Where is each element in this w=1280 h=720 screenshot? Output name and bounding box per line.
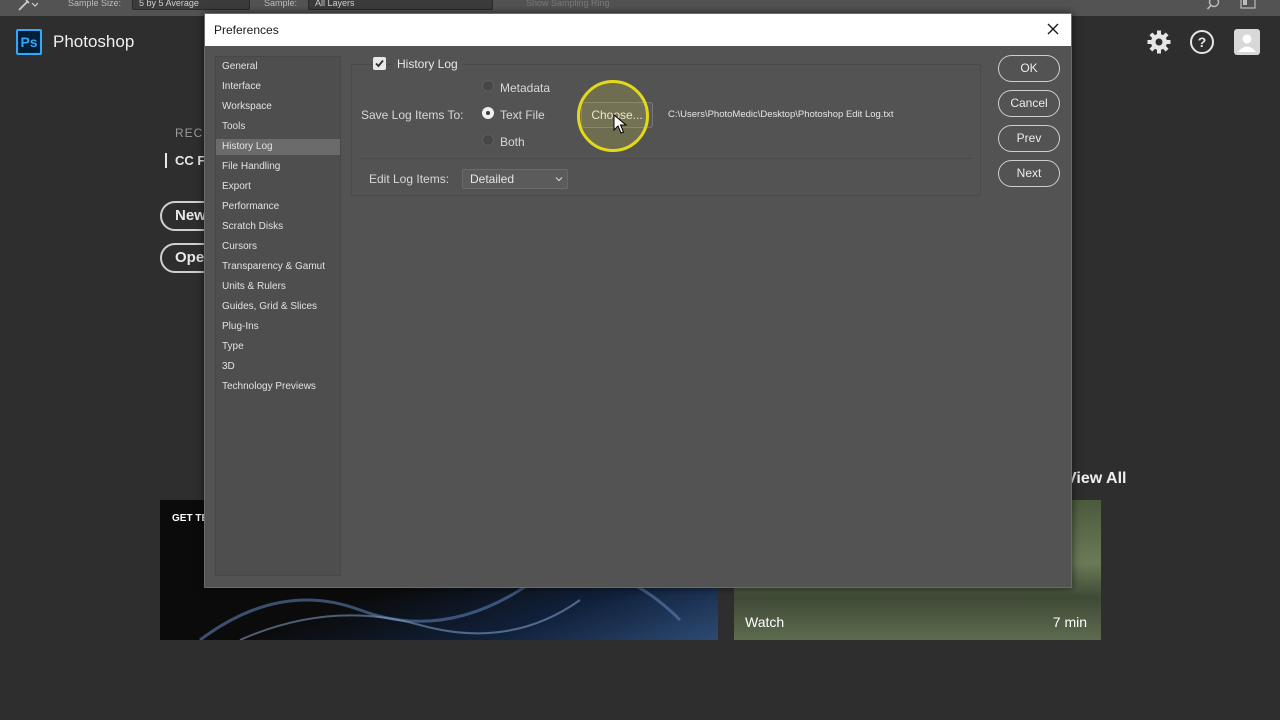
nav-item-general[interactable]: General [216, 59, 340, 75]
dialog-titlebar: Preferences [205, 14, 1071, 46]
photoshop-logo: Ps [16, 29, 42, 55]
radio-metadata-label[interactable]: Metadata [500, 81, 550, 95]
sample-size-label: Sample Size: [68, 0, 122, 8]
nav-item-guides-grid-slices[interactable]: Guides, Grid & Slices [216, 299, 340, 315]
radio-both[interactable] [482, 134, 494, 146]
nav-item-type[interactable]: Type [216, 339, 340, 355]
help-icon[interactable]: ? [1189, 29, 1215, 55]
preferences-dialog: Preferences General Interface Workspace … [204, 13, 1072, 588]
nav-item-file-handling[interactable]: File Handling [216, 159, 340, 175]
nav-item-export[interactable]: Export [216, 179, 340, 195]
nav-item-performance[interactable]: Performance [216, 199, 340, 215]
prev-button[interactable]: Prev [998, 125, 1060, 152]
eyedropper-icon[interactable] [16, 0, 38, 12]
edit-log-items-label: Edit Log Items: [369, 172, 450, 186]
chevron-down-icon [555, 177, 563, 182]
nav-item-scratch-disks[interactable]: Scratch Disks [216, 219, 340, 235]
history-log-label: History Log [393, 57, 462, 71]
view-all-link[interactable]: View All [1066, 470, 1126, 488]
log-file-path: C:\Users\PhotoMedic\Desktop\Photoshop Ed… [668, 109, 894, 120]
gear-icon[interactable] [1146, 29, 1172, 55]
nav-item-units-rulers[interactable]: Units & Rulers [216, 279, 340, 295]
history-log-checkbox[interactable] [373, 57, 386, 70]
user-avatar-icon[interactable] [1234, 29, 1260, 55]
edit-log-items-select[interactable]: Detailed [462, 169, 568, 189]
sample-size-select[interactable]: 5 by 5 Average [132, 0, 250, 10]
nav-item-plug-ins[interactable]: Plug-Ins [216, 319, 340, 335]
save-log-items-to-label: Save Log Items To: [361, 108, 464, 122]
radio-metadata[interactable] [482, 80, 494, 92]
divider [361, 158, 973, 159]
sample-select[interactable]: All Layers [308, 0, 493, 10]
cc-files-tab[interactable]: CC FI [165, 153, 209, 168]
mouse-pointer-icon [613, 114, 627, 134]
show-sampling-ring-checkbox[interactable]: Show Sampling Ring [526, 0, 610, 8]
preferences-nav: General Interface Workspace Tools Histor… [215, 56, 341, 576]
nav-item-tools[interactable]: Tools [216, 119, 340, 135]
nav-item-cursors[interactable]: Cursors [216, 239, 340, 255]
cancel-button[interactable]: Cancel [998, 90, 1060, 117]
svg-text:?: ? [1198, 34, 1207, 50]
radio-text-file[interactable] [482, 107, 494, 119]
dialog-title: Preferences [214, 23, 279, 37]
workspace-icon[interactable] [1240, 0, 1256, 11]
nav-item-technology-previews[interactable]: Technology Previews [216, 379, 340, 395]
nav-item-transparency-gamut[interactable]: Transparency & Gamut [216, 259, 340, 275]
nav-item-3d[interactable]: 3D [216, 359, 340, 375]
edit-log-items-value: Detailed [470, 172, 515, 186]
nav-item-interface[interactable]: Interface [216, 79, 340, 95]
close-icon[interactable] [1043, 19, 1063, 39]
search-icon[interactable] [1206, 0, 1222, 11]
ok-button[interactable]: OK [998, 55, 1060, 82]
nav-item-history-log[interactable]: History Log [216, 139, 340, 155]
nav-item-workspace[interactable]: Workspace [216, 99, 340, 115]
app-name: Photoshop [53, 32, 135, 51]
watch-label: Watch [745, 614, 785, 630]
sample-label: Sample: [264, 0, 298, 8]
next-button[interactable]: Next [998, 160, 1060, 187]
radio-text-file-label[interactable]: Text File [500, 108, 545, 122]
radio-both-label[interactable]: Both [500, 135, 525, 149]
duration-label: 7 min [1052, 614, 1087, 630]
